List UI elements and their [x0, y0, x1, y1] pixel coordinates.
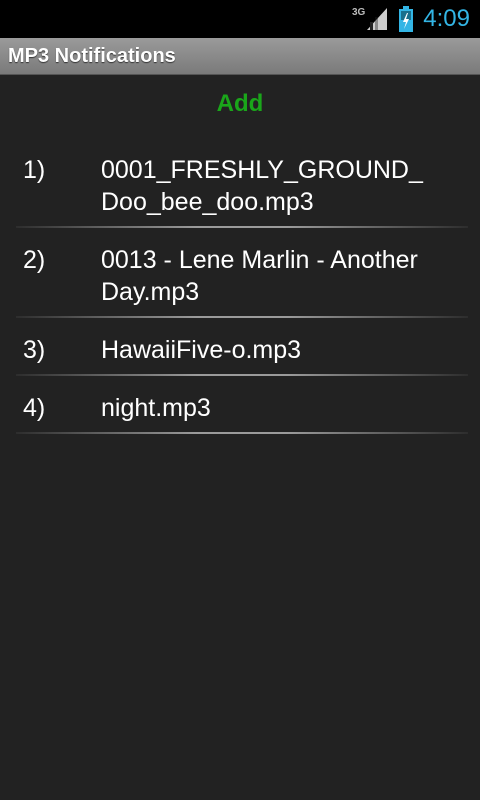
signal-icon: [367, 8, 388, 30]
list-item-filename: 0013 - Lene Marlin - Another Day.mp3: [101, 246, 418, 306]
list-item-filename: 0001_FRESHLY_GROUND_ Doo_bee_doo.mp3: [101, 156, 423, 216]
title-bar: MP3 Notifications: [0, 38, 480, 75]
status-icons: 3G 4:09: [352, 0, 470, 38]
app-title: MP3 Notifications: [8, 45, 176, 67]
list-item-filename: HawaiiFive-o.mp3: [101, 336, 302, 364]
app-screen: 3G 4:09 MP3 Notifications Add 1) 0001_FR…: [0, 0, 480, 800]
list-item[interactable]: 1) 0001_FRESHLY_GROUND_ Doo_bee_doo.mp3: [16, 140, 468, 230]
status-bar: 3G 4:09: [0, 0, 480, 38]
list-item[interactable]: 3) HawaiiFive-o.mp3: [16, 320, 468, 378]
mp3-list: 1) 0001_FRESHLY_GROUND_ Doo_bee_doo.mp3 2…: [16, 140, 468, 436]
list-item[interactable]: 4) night.mp3: [16, 378, 468, 436]
list-item-filename: night.mp3: [101, 394, 211, 422]
status-clock: 4:09: [423, 5, 470, 32]
list-item-index: 1): [23, 156, 46, 184]
battery-charging-icon: [399, 6, 414, 32]
list-item-index: 3): [23, 336, 46, 364]
network-type-label: 3G: [351, 6, 366, 18]
list-item[interactable]: 2) 0013 - Lene Marlin - Another Day.mp3: [16, 230, 468, 320]
list-item-index: 4): [23, 394, 46, 422]
list-item-index: 2): [23, 246, 46, 274]
add-button[interactable]: Add: [0, 84, 480, 124]
